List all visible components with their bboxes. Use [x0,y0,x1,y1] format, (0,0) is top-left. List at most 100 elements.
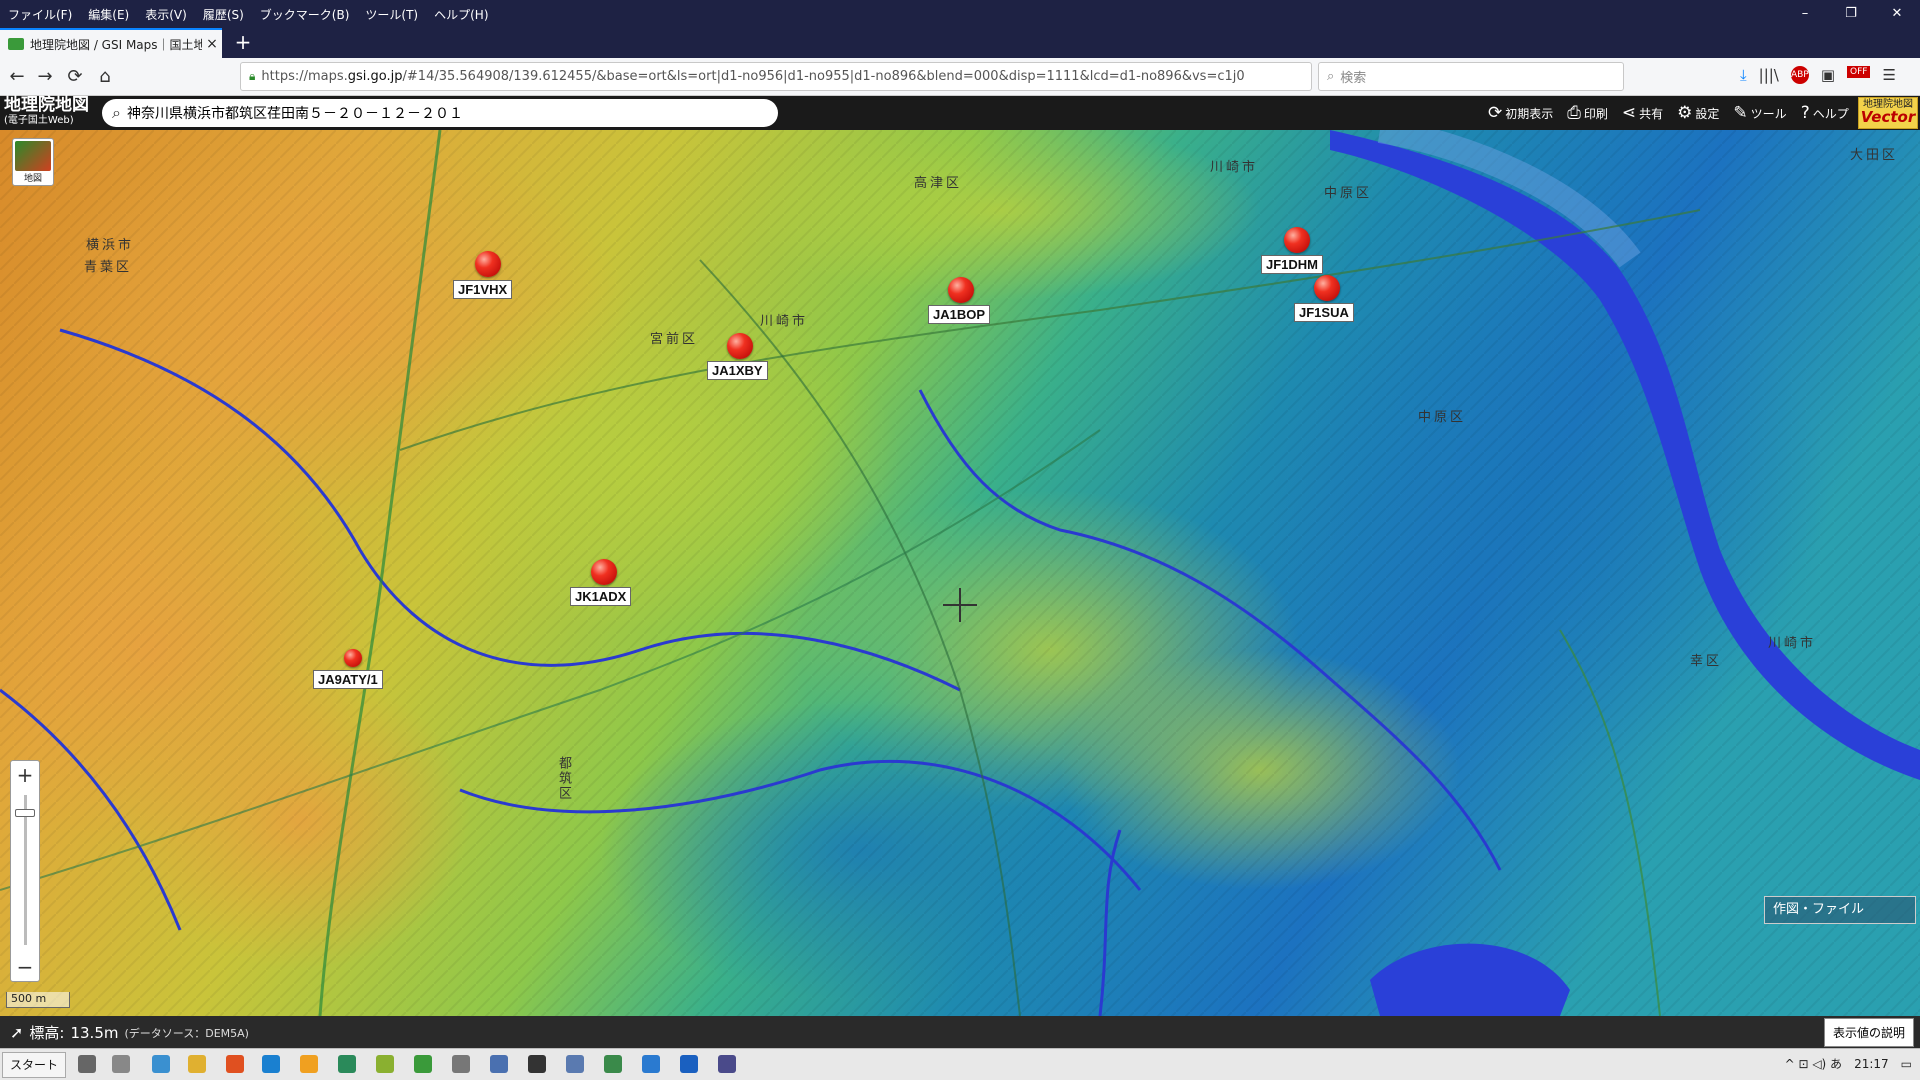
help-button[interactable]: ? ヘルプ [1801,103,1849,123]
search-icon: ⌕ [1327,69,1335,84]
window-controls: – ❐ ✕ [1782,0,1920,28]
initial-view-button[interactable]: ⟳ 初期表示 [1488,103,1553,123]
place-label: 都筑区 [556,756,571,801]
close-window-button[interactable]: ✕ [1874,0,1920,28]
settings-button[interactable]: ⚙ 設定 [1677,103,1719,123]
app-icon[interactable] [414,1055,432,1073]
place-label: 中原区 [1418,410,1467,425]
marker-label: JA1XBY [707,361,768,380]
tab-gsi-maps[interactable]: 地理院地図 / GSI Maps｜国土地 × [0,28,222,58]
vector-logo[interactable]: 地理院地図 Vector [1858,97,1918,129]
firefox-icon[interactable] [226,1055,244,1073]
adblock-icon[interactable]: ABP [1790,66,1809,84]
library-icon[interactable]: |||\ [1759,66,1779,84]
menu-file[interactable]: ファイル(F) [0,6,80,23]
edge-icon[interactable] [262,1055,280,1073]
app-icon[interactable] [718,1055,736,1073]
layer-button-label: 地図 [23,174,42,184]
zoom-out-button[interactable]: − [11,953,39,981]
legend-explanation-button[interactable]: 表示値の説明 [1823,1018,1914,1047]
search-placeholder: 検索 [1340,71,1367,86]
ie-icon[interactable] [152,1055,170,1073]
app-icon[interactable] [604,1055,622,1073]
menu-history[interactable]: 履歴(S) [195,6,252,23]
clock[interactable]: 21:17 [1854,1057,1889,1071]
menu-help[interactable]: ヘルプ(H) [426,6,496,23]
arrow-icon: ➚ [10,1023,24,1042]
app-icon[interactable] [338,1055,356,1073]
menu-tools[interactable]: ツール(T) [357,6,426,23]
scale-bar: 500 m [6,992,70,1008]
elevation-source: (データソース：DEM5A) [124,1026,249,1040]
back-button[interactable]: ← [4,64,30,90]
tab-strip: 地理院地図 / GSI Maps｜国土地 × + [0,28,1920,58]
address-value: 神奈川県横浜市都筑区荏田南５－２０－１２－２０１ [126,106,463,122]
search-input[interactable]: ⌕ 検索 [1318,62,1624,91]
app-icon[interactable] [566,1055,584,1073]
notification-icon[interactable]: ▭ [1901,1057,1912,1071]
app-icon[interactable] [528,1055,546,1073]
help-label: ヘルプ [1812,106,1849,121]
print-icon: ⎙ [1567,103,1581,123]
search-icon[interactable] [78,1055,96,1073]
marker-pin-icon [344,649,362,667]
place-label: 川崎市 [1768,636,1817,651]
menu-edit[interactable]: 編集(E) [80,6,137,23]
vector-logo-text: Vector [1860,108,1916,126]
off-badge[interactable]: OFF [1847,66,1871,78]
url-bar[interactable]: 🔒︎ https://maps. gsi.go.jp/#14/35.564908/… [240,62,1312,91]
address-search-input[interactable]: ⌕ 神奈川県横浜市都筑区荏田南５－２０－１２－２０１ [102,99,778,127]
app-icon[interactable] [642,1055,660,1073]
draw-file-button[interactable]: 作図・ファイル [1764,896,1916,924]
marker-label: JA1BOP [928,305,991,324]
map-view[interactable]: 高津区 川崎市 中原区 大田区 横浜市 青葉区 宮前区 川崎市 中原区 都筑区 … [0,130,1920,1016]
elevation-label: 標高: [29,1024,65,1042]
reload-button[interactable]: ⟳ [62,64,88,90]
tools-button[interactable]: ✎ ツール [1733,103,1786,123]
home-button[interactable]: ⌂ [92,64,118,90]
zoom-slider-handle[interactable] [15,809,35,817]
share-button[interactable]: ⋖ 共有 [1622,103,1663,123]
restore-button[interactable]: ❐ [1828,0,1874,28]
menu-view[interactable]: 表示(V) [137,6,195,23]
download-icon[interactable]: ⤓ [1740,66,1747,84]
zoom-in-button[interactable]: + [11,761,39,789]
marker-pin-icon [1314,275,1340,301]
lock-icon: 🔒︎ [249,69,256,83]
minimize-button[interactable]: – [1782,0,1828,28]
tray-icons[interactable]: ^ ⊡ ◁) あ [1785,1055,1842,1072]
explorer-icon[interactable] [188,1055,206,1073]
print-label: 印刷 [1583,106,1608,121]
map-thumbnail-icon [15,141,51,171]
app-icon[interactable] [490,1055,508,1073]
gsi-logo[interactable]: 地理院地図 (電子国土Web) [4,97,100,129]
start-button[interactable]: スタート [2,1052,66,1078]
tool-icon: ✎ [1733,103,1748,123]
app-icon[interactable] [680,1055,698,1073]
layer-select-button[interactable]: 地図 [12,138,54,186]
place-label: 大田区 [1850,148,1899,163]
new-tab-button[interactable]: + [228,28,258,58]
app-icon[interactable] [376,1055,394,1073]
sidebar-icon[interactable]: ▣ [1821,66,1835,84]
menu-bar: ファイル(F) 編集(E) 表示(V) 履歴(S) ブックマーク(B) ツール(… [0,0,1920,28]
print-button[interactable]: ⎙ 印刷 [1567,103,1608,123]
tools-label: ツール [1750,106,1787,121]
place-label: 川崎市 [1210,160,1259,175]
menu-bookmarks[interactable]: ブックマーク(B) [252,6,358,23]
app-icon[interactable] [452,1055,470,1073]
forward-button[interactable]: → [32,64,58,90]
tab-close-button[interactable]: × [202,36,222,52]
marker-label: JF1VHX [453,280,513,299]
zoom-slider-track[interactable] [24,795,27,945]
status-bar: ➚ 標高: 13.5m (データソース：DEM5A) 表示値の説明 [0,1016,1920,1048]
toolbar-icons: ⤓ |||\ ABP ▣ OFF ☰ [1740,66,1896,84]
hamburger-menu-icon[interactable]: ☰ [1882,66,1895,84]
place-label: 宮前区 [650,332,699,347]
app-icon[interactable] [300,1055,318,1073]
gsi-header: 地理院地図 (電子国土Web) ⌕ 神奈川県横浜市都筑区荏田南５－２０－１２－２… [0,96,1920,130]
system-tray: ^ ⊡ ◁) あ 21:17 ▭ [1785,1055,1912,1072]
task-view-icon[interactable] [112,1055,130,1073]
url-scheme: https://maps. [261,69,348,84]
refresh-icon: ⟳ [1488,103,1503,123]
